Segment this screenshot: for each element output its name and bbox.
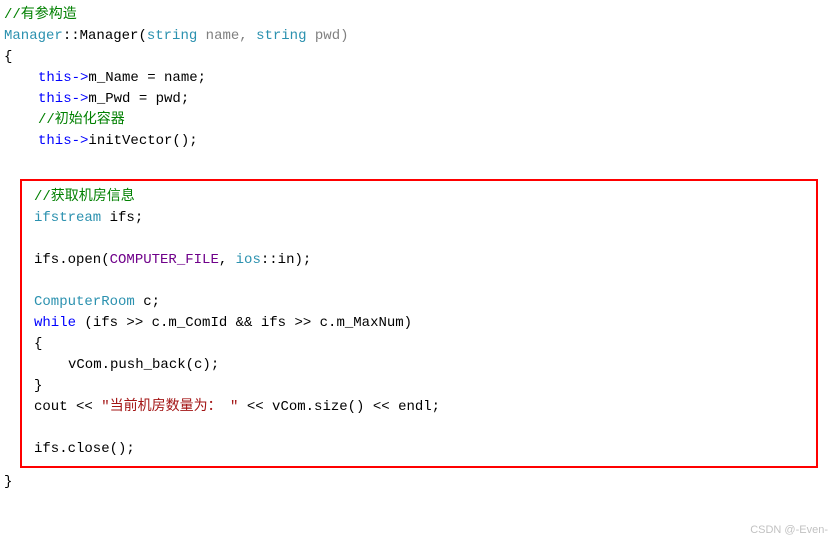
condition: (ifs >> c.m_ComId && ifs >> c.m_MaxNum) [76,315,412,331]
code-line: this->m_Name = name; [2,68,836,89]
type-name: ios [236,252,261,268]
code-line: { [34,334,804,355]
statement: c; [135,294,160,310]
code-line: Manager::Manager(string name, string pwd… [2,26,836,47]
statement: ifs.close(); [34,441,135,457]
code-line: cout << "当前机房数量为： " << vCom.size() << en… [34,397,804,418]
comma: , [219,252,236,268]
comment-text: //获取机房信息 [34,189,135,205]
statement: initVector(); [88,133,197,149]
code-line: ifstream ifs; [34,208,804,229]
statement: m_Name = name; [88,70,206,86]
param-type: string [147,28,197,44]
code-line: vCom.push_back(c); [34,355,804,376]
ctor-name: Manager [80,28,139,44]
watermark: CSDN @-Even- [750,522,828,539]
code-line: } [2,472,836,493]
keyword-this: this [38,70,72,86]
arrow-op: -> [72,133,89,149]
arrow-op: -> [72,70,89,86]
scope-op: :: [63,28,80,44]
statement: cout << [34,399,101,415]
statement: ifs; [101,210,143,226]
statement: << vCom.size() << endl; [238,399,440,415]
comment-text: //有参构造 [4,7,77,23]
arrow-op: -> [72,91,89,107]
code-line: this->m_Pwd = pwd; [2,89,836,110]
brace: { [34,336,42,352]
keyword-while: while [34,315,76,331]
brace: } [34,378,42,394]
highlighted-code-block: //获取机房信息 ifstream ifs; ifs.open(COMPUTER… [20,179,818,468]
code-line: //初始化容器 [2,110,836,131]
macro-name: COMPUTER_FILE [110,252,219,268]
code-line: { [2,47,836,68]
type-name: ComputerRoom [34,294,135,310]
paren: ( [138,28,146,44]
code-line: ComputerRoom c; [34,292,804,313]
code-line: while (ifs >> c.m_ComId && ifs >> c.m_Ma… [34,313,804,334]
statement: ifs.open( [34,252,110,268]
statement: vCom.push_back(c); [68,357,219,373]
statement: m_Pwd = pwd; [88,91,189,107]
code-line: //获取机房信息 [34,187,804,208]
blank-line [34,271,804,292]
blank-line [34,418,804,439]
keyword-this: this [38,133,72,149]
code-line: } [34,376,804,397]
type-name: ifstream [34,210,101,226]
brace: { [4,49,12,65]
code-line: this->initVector(); [2,131,836,152]
type-name: Manager [4,28,63,44]
param-type: string [256,28,306,44]
blank-line [34,229,804,250]
code-line: ifs.close(); [34,439,804,460]
string-literal: "当前机房数量为： " [101,399,238,415]
param-name: name, [197,28,256,44]
code-line: //有参构造 [2,5,836,26]
statement: ::in); [261,252,311,268]
keyword-this: this [38,91,72,107]
param-name: pwd) [307,28,349,44]
blank-line [2,152,836,173]
code-line: ifs.open(COMPUTER_FILE, ios::in); [34,250,804,271]
brace: } [4,474,12,490]
comment-text: //初始化容器 [38,112,125,128]
